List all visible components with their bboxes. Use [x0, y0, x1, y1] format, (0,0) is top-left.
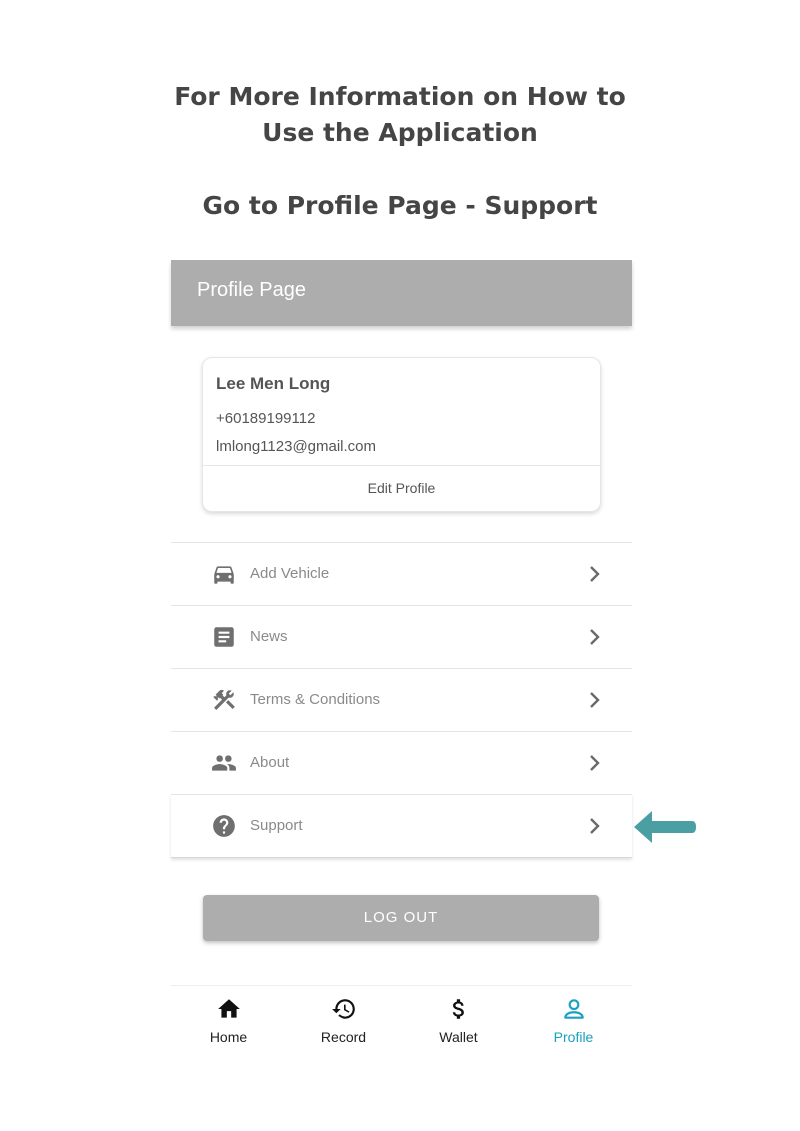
menu-label: Support	[250, 817, 303, 834]
phone-screen: Profile Page Lee Men Long +60189199112 l…	[171, 260, 632, 1060]
nav-item-home[interactable]: Home	[171, 986, 286, 1061]
nav-item-wallet[interactable]: Wallet	[401, 986, 516, 1061]
article-icon	[214, 627, 234, 647]
profile-name: Lee Men Long	[216, 374, 331, 393]
dollar-icon	[452, 999, 464, 1019]
profile-card: Lee Men Long +60189199112 lmlong1123@gma…	[202, 357, 601, 512]
profile-email: lmlong1123@gmail.com	[216, 438, 377, 455]
profile-menu: Add Vehicle News Terms & Conditions Abou…	[171, 542, 632, 858]
instruction-line-1: For More Information on How to	[174, 82, 626, 111]
profile-phone: +60189199112	[216, 410, 316, 427]
person-icon	[564, 999, 584, 1019]
page-title: Profile Page	[197, 279, 306, 301]
edit-profile-button[interactable]: Edit Profile	[203, 466, 600, 511]
menu-label: Terms & Conditions	[250, 691, 381, 708]
menu-item-terms[interactable]: Terms & Conditions	[171, 668, 632, 731]
history-icon	[332, 999, 355, 1019]
menu-label: News	[250, 628, 288, 645]
chevron-right-icon	[590, 629, 600, 645]
home-icon	[218, 999, 240, 1018]
chevron-right-icon	[590, 566, 600, 582]
nav-label: Record	[320, 1029, 367, 1045]
menu-item-support[interactable]: Support	[171, 794, 632, 858]
nav-label: Wallet	[439, 1029, 478, 1045]
nav-item-record[interactable]: Record	[286, 986, 401, 1061]
app-bar: Profile Page	[171, 260, 632, 326]
bottom-nav: Home Record Wallet Profile	[171, 985, 632, 1061]
logout-button[interactable]: LOG OUT	[203, 895, 599, 941]
instruction-subheading: Go to Profile Page - Support	[202, 191, 598, 220]
menu-label: About	[250, 754, 290, 771]
menu-item-news[interactable]: News	[171, 605, 632, 668]
chevron-right-icon	[590, 818, 600, 834]
chevron-right-icon	[590, 692, 600, 708]
nav-label: Home	[209, 1029, 248, 1045]
menu-item-about[interactable]: About	[171, 731, 632, 794]
nav-item-profile[interactable]: Profile	[516, 986, 631, 1061]
help-icon	[213, 815, 235, 837]
people-icon	[212, 755, 236, 771]
tools-icon	[213, 689, 235, 710]
car-icon	[214, 566, 234, 584]
menu-item-add-vehicle[interactable]: Add Vehicle	[171, 542, 632, 605]
instruction-heading: For More Information on How to Use the A…	[0, 79, 800, 151]
instruction-line-2: Use the Application	[262, 118, 538, 147]
chevron-right-icon	[590, 755, 600, 771]
nav-label: Profile	[553, 1029, 594, 1045]
menu-label: Add Vehicle	[250, 565, 330, 582]
pointer-arrow-icon	[634, 811, 696, 843]
